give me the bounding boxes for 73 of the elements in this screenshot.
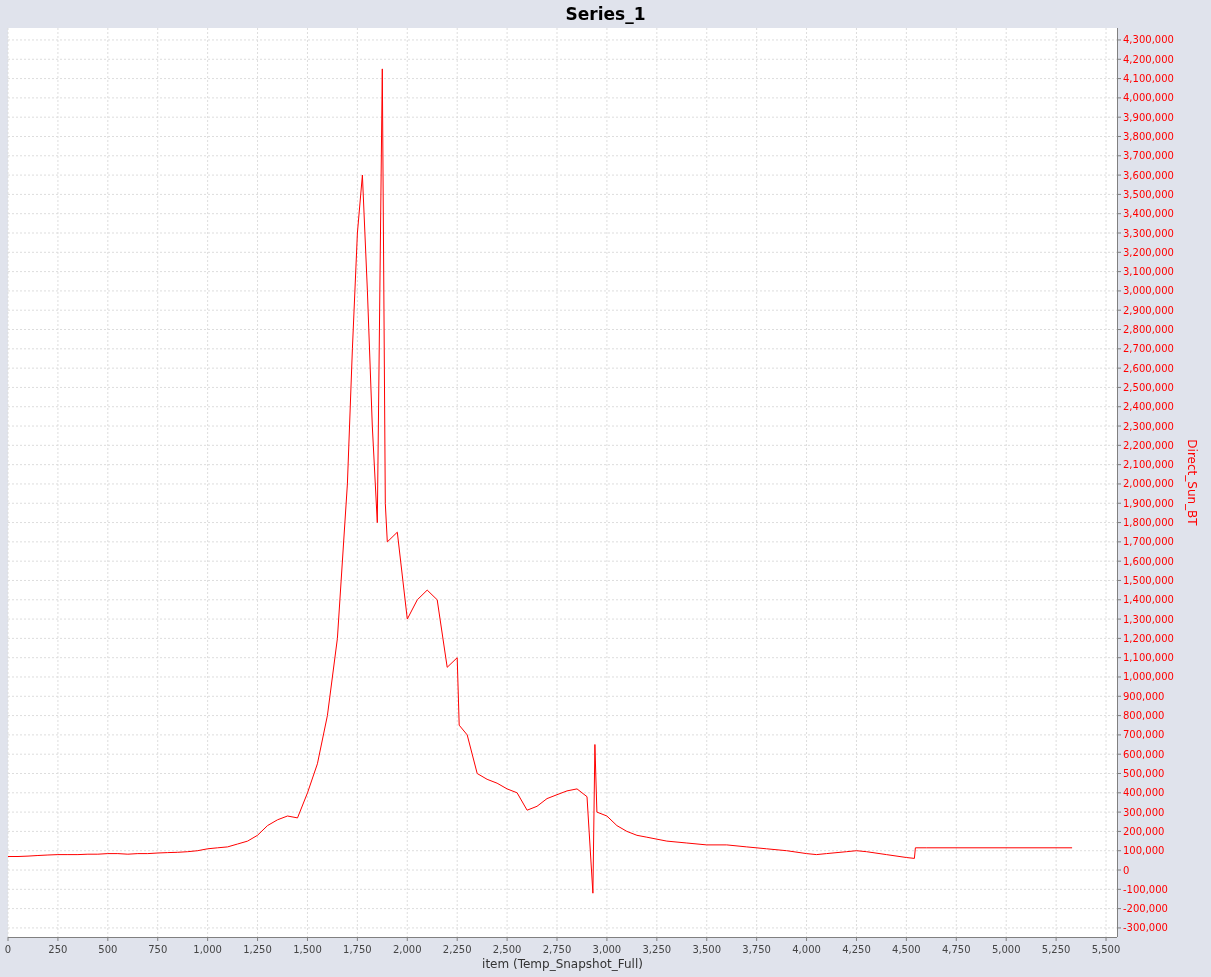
- y-tick-label: 3,400,000: [1123, 208, 1174, 220]
- y-tick-label: 3,600,000: [1123, 169, 1174, 181]
- y-tick-label: 2,500,000: [1123, 381, 1174, 393]
- x-tick-label: 1,250: [243, 944, 272, 955]
- x-tick-label: 500: [98, 944, 118, 955]
- y-tick-label: 1,300,000: [1123, 613, 1174, 625]
- y-tick-label: 3,500,000: [1123, 188, 1174, 200]
- y-tick-label: 2,200,000: [1123, 439, 1174, 451]
- y-tick-label: 0: [1123, 864, 1130, 876]
- x-tick-label: 1,000: [193, 944, 222, 955]
- y-axis-title: Direct_Sun_BT: [1185, 439, 1199, 526]
- y-tick-label: 1,700,000: [1123, 536, 1174, 548]
- y-tick-label: 1,200,000: [1123, 632, 1174, 644]
- y-tick-label: 4,300,000: [1123, 34, 1174, 46]
- y-tick-label: 3,700,000: [1123, 150, 1174, 162]
- y-tick-label: 2,000,000: [1123, 478, 1174, 490]
- x-tick-label: 4,750: [941, 944, 971, 955]
- x-tick-label: 5,250: [1041, 944, 1071, 955]
- x-tick-label: 2,500: [492, 944, 522, 955]
- x-axis-title: item (Temp_Snapshot_Full): [482, 957, 643, 971]
- y-tick-label: 3,900,000: [1123, 111, 1174, 123]
- y-tick-label: 700,000: [1123, 729, 1165, 741]
- y-tick-label: 3,800,000: [1123, 131, 1174, 142]
- y-tick-label: 4,000,000: [1123, 92, 1174, 104]
- x-tick-label: 2,250: [442, 944, 472, 955]
- y-tick-label: -300,000: [1123, 922, 1168, 934]
- y-tick-label: 300,000: [1123, 806, 1165, 818]
- y-tick-label: 2,800,000: [1123, 324, 1174, 335]
- x-tick-label: 5,000: [991, 944, 1021, 955]
- y-tick-label: 200,000: [1123, 825, 1165, 837]
- x-tick-label: 4,000: [792, 944, 821, 955]
- y-tick-label: 2,100,000: [1123, 459, 1174, 471]
- y-tick-label: 800,000: [1123, 710, 1165, 722]
- y-tick-label: 3,300,000: [1123, 227, 1174, 239]
- y-tick-label: -200,000: [1123, 903, 1168, 915]
- y-tick-label: 2,700,000: [1123, 343, 1174, 355]
- y-tick-label: 1,000,000: [1123, 671, 1174, 683]
- x-tick-label: 1,500: [293, 944, 322, 955]
- y-tick-label: 1,800,000: [1123, 517, 1174, 529]
- y-tick-label: 2,300,000: [1123, 420, 1174, 432]
- y-tick-label: 2,900,000: [1123, 304, 1174, 316]
- x-tick-label: 4,250: [842, 944, 871, 955]
- y-tick-label: -100,000: [1123, 883, 1168, 895]
- y-tick-label: 1,100,000: [1123, 652, 1174, 664]
- y-tick-label: 3,000,000: [1123, 285, 1174, 297]
- y-tick-label: 1,400,000: [1123, 594, 1174, 606]
- x-tick-label: 2,750: [542, 944, 572, 955]
- y-tick-label: 900,000: [1123, 690, 1165, 702]
- x-tick-label: 0: [4, 944, 12, 955]
- x-tick-label: 3,250: [642, 944, 672, 955]
- y-tick-label: 1,500,000: [1123, 574, 1174, 586]
- y-tick-label: 2,600,000: [1123, 362, 1174, 374]
- x-tick-label: 5,500: [1091, 944, 1121, 955]
- y-tick-label: 4,100,000: [1123, 73, 1174, 85]
- y-tick-label: 3,200,000: [1123, 246, 1174, 258]
- x-tick-label: 2,000: [392, 944, 422, 955]
- x-tick-label: 4,500: [892, 944, 921, 955]
- x-tick-label: 250: [48, 944, 68, 955]
- x-tick-label: 750: [148, 944, 168, 955]
- x-tick-label: 3,000: [592, 944, 622, 955]
- y-tick-label: 4,200,000: [1123, 53, 1174, 65]
- chart-title: Series_1: [565, 4, 646, 24]
- x-tick-label: 1,750: [343, 944, 372, 955]
- y-tick-label: 100,000: [1123, 845, 1165, 857]
- y-tick-label: 400,000: [1123, 787, 1165, 799]
- y-tick-label: 1,600,000: [1123, 555, 1174, 567]
- x-tick-label: 3,750: [742, 944, 771, 955]
- y-tick-label: 500,000: [1123, 768, 1165, 779]
- y-tick-label: 3,100,000: [1123, 266, 1174, 278]
- x-tick-label: 3,500: [692, 944, 722, 955]
- y-tick-label: 1,900,000: [1123, 497, 1174, 509]
- y-tick-label: 2,400,000: [1123, 401, 1174, 413]
- y-tick-label: 600,000: [1123, 748, 1165, 760]
